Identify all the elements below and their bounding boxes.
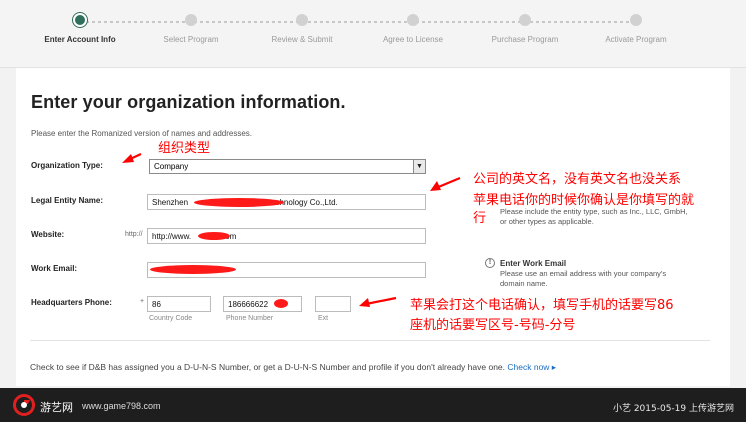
arrow-phone (365, 296, 397, 306)
arrow-legal-name (435, 176, 461, 190)
annotation-phone-1: 苹果会打这个电话确认，填写手机的话要写86 (410, 298, 674, 313)
annotation-legal-name-3: 行 (473, 211, 487, 226)
annotation-phone-2: 座机的话要写区号-号码-分号 (410, 318, 576, 333)
site-url: www.game798.com (82, 401, 161, 411)
annotation-legal-name-1: 公司的英文名，没有英文名也没关系 (473, 172, 682, 187)
annotation-legal-name-2: 苹果电话你的时候你确认是你填写的就 (473, 193, 695, 208)
game798-logo-icon (13, 394, 35, 416)
site-name: 游艺网 (40, 401, 73, 414)
page: Enter Account Info Select Program Review… (0, 0, 746, 422)
arrow-head (359, 298, 370, 307)
annotation-arrows (122, 153, 461, 307)
watermark-bar: 游艺网 www.game798.com 小艺 2015-05-19 上传游艺网 (0, 388, 746, 422)
upload-watermark: 小艺 2015-05-19 上传游艺网 (612, 404, 734, 414)
annotation-org-type: 组织类型 (158, 141, 211, 156)
arrow-head (122, 154, 134, 163)
